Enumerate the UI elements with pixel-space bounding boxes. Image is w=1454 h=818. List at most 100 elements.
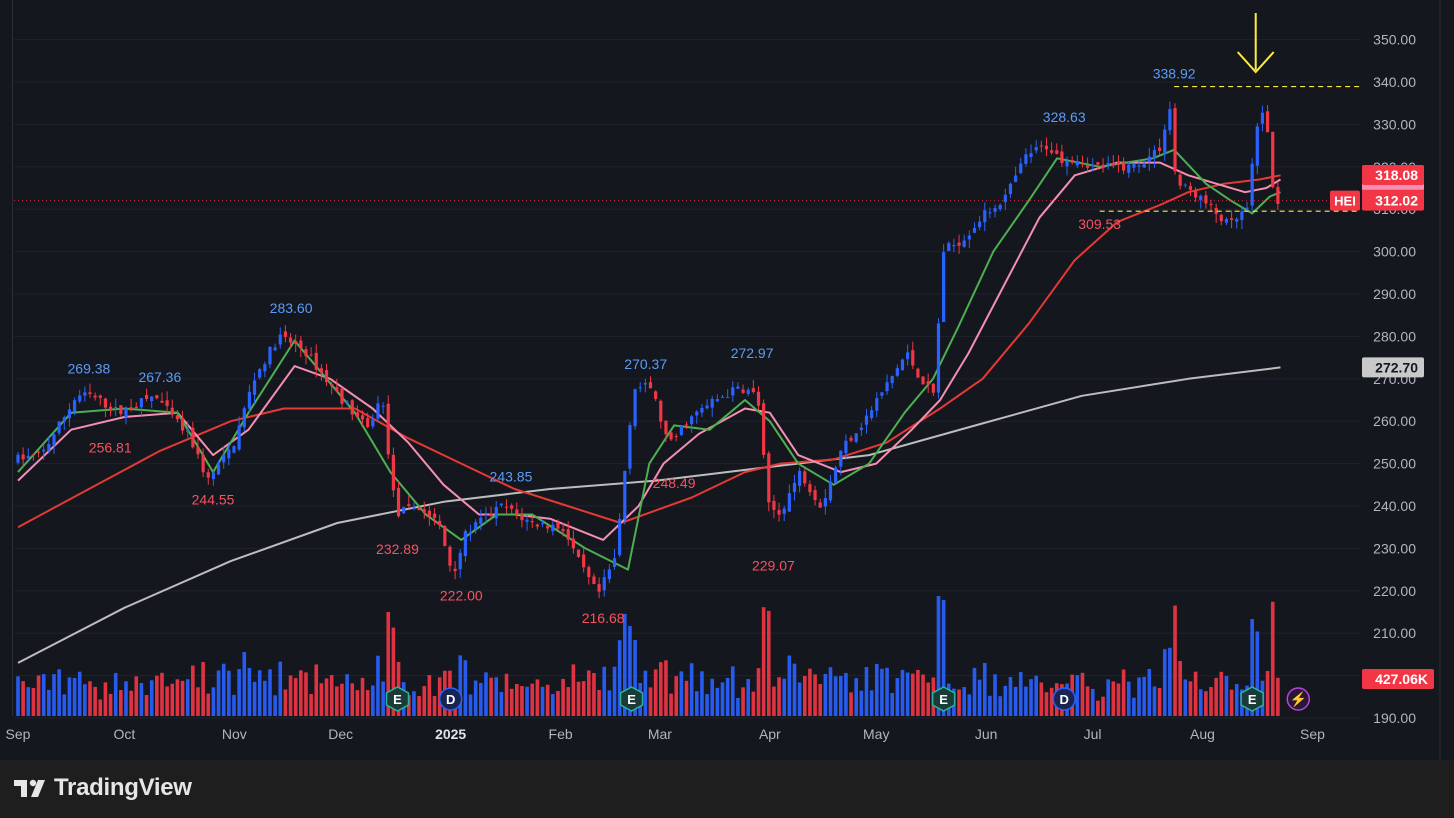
candle-body (957, 242, 961, 246)
candle-body (427, 510, 431, 517)
event-marker[interactable]: E (619, 686, 644, 712)
candle-body (751, 388, 755, 393)
candle-body (273, 347, 277, 351)
candle-body (360, 415, 365, 420)
price-chart[interactable]: 269.38 267.36 256.81 244.55 283.60 232.89 222.… (0, 0, 1454, 760)
candle-body (67, 409, 72, 419)
candle-body (890, 375, 894, 384)
candle-body (458, 552, 462, 570)
candle-body (993, 208, 997, 212)
volume-bar (1214, 677, 1218, 716)
event-marker[interactable]: E (385, 686, 410, 712)
x-tick-label: Oct (114, 726, 136, 742)
candle-body (947, 243, 951, 251)
candle-body (376, 403, 380, 419)
volume-bar (319, 683, 324, 716)
volume-bar (874, 663, 879, 716)
event-marker[interactable]: E (1240, 686, 1264, 712)
candle-body (1260, 112, 1265, 124)
candle-body (736, 386, 740, 389)
volume-bar (293, 678, 298, 716)
candle-body (834, 467, 838, 483)
volume-bar (1111, 681, 1116, 716)
y-tick-label: 330.00 (1373, 116, 1416, 132)
candle-body (1014, 175, 1018, 182)
candle-body (936, 323, 941, 393)
candle-body (114, 407, 118, 409)
candle-body (222, 455, 226, 463)
volume-bar (910, 673, 915, 716)
volume-bar (669, 693, 673, 716)
candle-body (1204, 195, 1208, 204)
volume-bar (885, 667, 889, 716)
volume-bar (257, 670, 262, 716)
volume-bar (350, 683, 355, 716)
candle-body (695, 411, 699, 416)
candle-body (1158, 147, 1162, 151)
event-marker[interactable]: E (931, 686, 956, 712)
tradingview-logo[interactable]: TradingView (14, 774, 192, 802)
candle-body (726, 397, 730, 399)
candle-body (227, 449, 231, 459)
volume-bar (674, 676, 679, 716)
volume-bar (797, 682, 802, 716)
volume-bar (412, 691, 416, 716)
candle-body (551, 524, 555, 532)
candle-body (247, 391, 252, 409)
volume-bar (504, 673, 509, 716)
event-marker[interactable]: D (1052, 687, 1076, 711)
volume-bar (545, 684, 550, 716)
volume-bar (314, 664, 319, 716)
candle-body (515, 509, 519, 515)
candle-body (792, 482, 797, 493)
candle-body (1188, 186, 1193, 190)
candle-body (1224, 218, 1229, 223)
volume-bar (216, 670, 221, 716)
candle-body (1044, 145, 1049, 150)
candle-body (479, 517, 483, 524)
prev-close-label: 318.08 (1375, 167, 1418, 183)
volume-bar (237, 669, 241, 716)
volume-bar (83, 684, 87, 716)
candle-body (150, 396, 154, 402)
candle-body (803, 471, 807, 484)
candle-body (998, 204, 1002, 210)
candle-body (648, 382, 653, 389)
volume-bar (283, 689, 288, 716)
candle-body (165, 400, 169, 407)
candle-body (535, 524, 539, 527)
candle-body (36, 451, 41, 453)
candle-body (870, 410, 874, 419)
volume-bar (833, 676, 838, 716)
candle-body (314, 352, 318, 370)
volume-bar (484, 672, 488, 716)
volume-bar (371, 685, 375, 716)
candle-body (911, 350, 915, 366)
candle-body (499, 503, 503, 506)
volume-bar (206, 693, 211, 716)
chart-panel[interactable]: 269.38 267.36 256.81 244.55 283.60 232.89 222.… (0, 0, 1454, 760)
volume-bar (1209, 687, 1213, 716)
volume-bar (494, 677, 499, 716)
volume-bar (679, 671, 684, 716)
volume-bar (823, 673, 828, 716)
candle-body (489, 513, 493, 517)
candle-body (402, 507, 406, 514)
volume-bar (422, 686, 427, 716)
x-tick-label: Sep (6, 726, 31, 742)
candle-body (931, 383, 935, 393)
x-tick-label: Apr (759, 726, 781, 742)
candle-body (720, 396, 725, 398)
candle-body (72, 400, 77, 412)
volume-bar (1219, 671, 1224, 716)
x-tick-label: Sep (1300, 726, 1325, 742)
candle-body (407, 504, 411, 506)
candle-body (278, 334, 282, 345)
event-marker[interactable]: D (438, 687, 463, 711)
volume-bar (808, 668, 812, 716)
volume-bar (144, 694, 149, 716)
volume-bar (664, 660, 668, 716)
volume-bar (36, 675, 41, 716)
candle-body (196, 446, 200, 455)
volume-bar (576, 681, 581, 716)
